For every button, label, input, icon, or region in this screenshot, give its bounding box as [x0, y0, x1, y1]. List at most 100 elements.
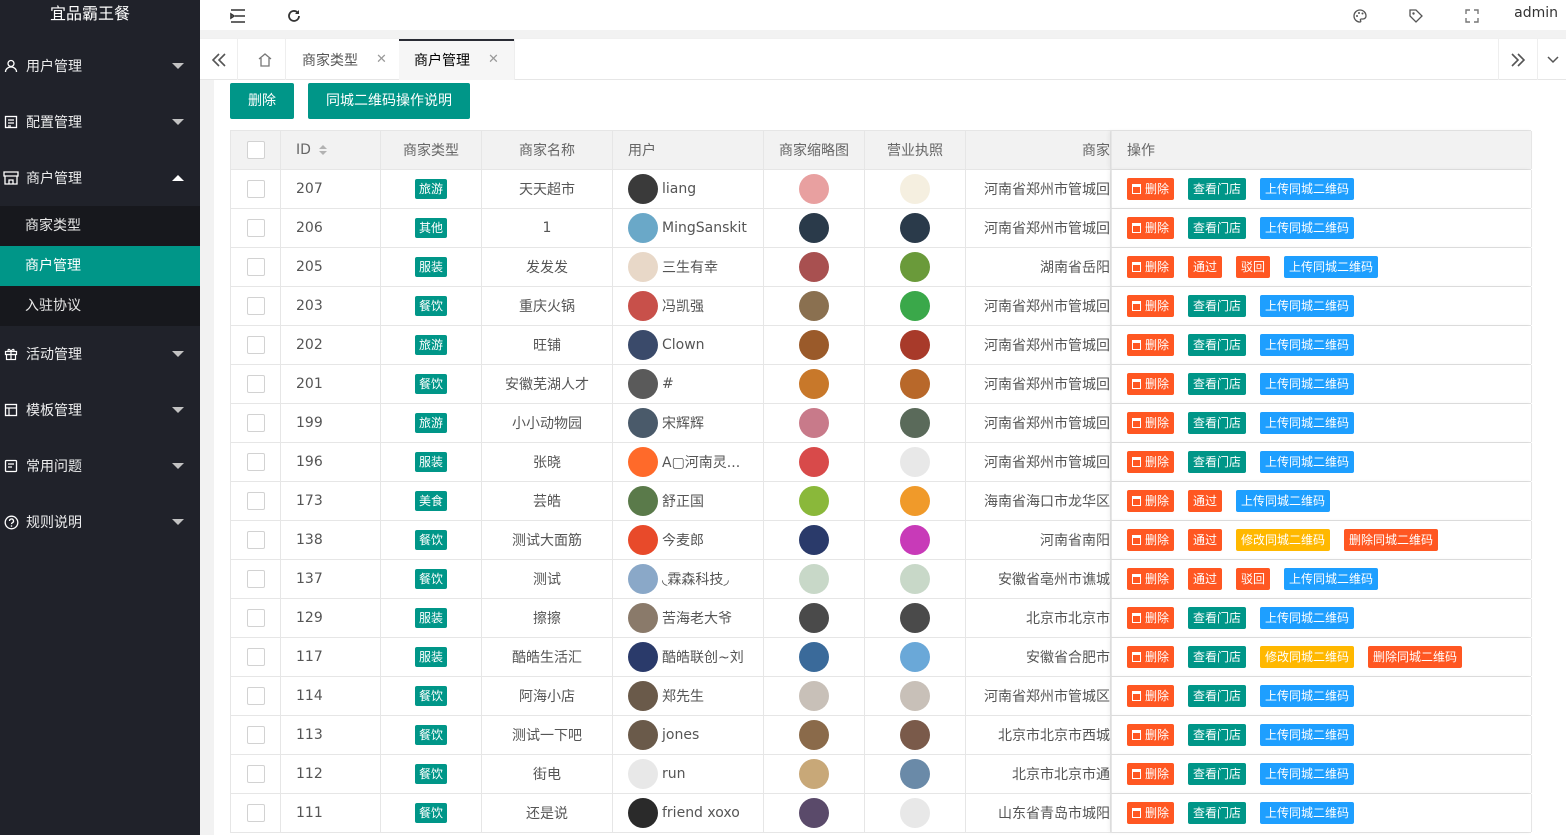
admin-user[interactable]: admin: [1514, 5, 1558, 21]
cell-thumbnail[interactable]: [764, 677, 865, 715]
cell-thumbnail[interactable]: [764, 443, 865, 481]
upload-qr-button[interactable]: 上传同城二维码: [1284, 256, 1379, 278]
table-row[interactable]: 201 餐饮 安徽芜湖人才 # 河南省郑州市管城回 删除 查看门店 上传同城二维码: [231, 365, 1532, 404]
row-checkbox[interactable]: [231, 326, 281, 364]
delete-button[interactable]: 删除: [1127, 802, 1175, 824]
view-store-button[interactable]: 查看门店: [1188, 373, 1247, 395]
delete-button[interactable]: 删除: [1127, 451, 1175, 473]
table-row[interactable]: 203 餐饮 重庆火锅 冯凯强 河南省郑州市管城回 删除 查看门店 上传同城二维码: [231, 287, 1532, 326]
sidebar-subitem-2[interactable]: 入驻协议: [0, 286, 200, 326]
qr-help-button[interactable]: 同城二维码操作说明: [308, 83, 470, 119]
license-image[interactable]: [900, 486, 930, 516]
cell-license[interactable]: [865, 560, 966, 598]
upload-qr-button[interactable]: 上传同城二维码: [1260, 802, 1355, 824]
license-image[interactable]: [900, 252, 930, 282]
upload-qr-button[interactable]: 上传同城二维码: [1260, 295, 1355, 317]
sidebar-item-5[interactable]: 常用问题: [0, 438, 200, 494]
sidebar-subitem-1[interactable]: 商户管理: [0, 246, 200, 286]
delete-button[interactable]: 删除: [1127, 763, 1175, 785]
cell-thumbnail[interactable]: [764, 365, 865, 403]
upload-qr-button[interactable]: 上传同城二维码: [1260, 763, 1355, 785]
delete-button[interactable]: 删除: [1127, 256, 1175, 278]
sort-icon[interactable]: [318, 145, 327, 155]
view-store-button[interactable]: 查看门店: [1188, 724, 1247, 746]
cell-thumbnail[interactable]: [764, 794, 865, 832]
view-store-button[interactable]: 查看门店: [1188, 451, 1247, 473]
cell-license[interactable]: [865, 521, 966, 559]
chevron-down-icon[interactable]: [1540, 39, 1566, 80]
row-checkbox[interactable]: [231, 599, 281, 637]
view-store-button[interactable]: 查看门店: [1188, 412, 1247, 434]
row-checkbox[interactable]: [231, 716, 281, 754]
view-store-button[interactable]: 查看门店: [1188, 217, 1247, 239]
thumbnail-image[interactable]: [799, 330, 829, 360]
reject-button[interactable]: 驳回: [1236, 256, 1271, 278]
cell-thumbnail[interactable]: [764, 638, 865, 676]
thumbnail-image[interactable]: [799, 174, 829, 204]
license-image[interactable]: [900, 798, 930, 828]
fullscreen-icon[interactable]: [1462, 6, 1482, 26]
sidebar-item-1[interactable]: 配置管理: [0, 94, 200, 150]
select-all-checkbox[interactable]: [231, 131, 281, 169]
cell-thumbnail[interactable]: [764, 599, 865, 637]
cell-license[interactable]: [865, 755, 966, 793]
row-checkbox[interactable]: [231, 482, 281, 520]
license-image[interactable]: [900, 564, 930, 594]
tabs-scroll-right-icon[interactable]: [1498, 39, 1538, 80]
row-checkbox[interactable]: [231, 677, 281, 715]
cell-thumbnail[interactable]: [764, 482, 865, 520]
license-image[interactable]: [900, 681, 930, 711]
view-store-button[interactable]: 查看门店: [1188, 763, 1247, 785]
view-store-button[interactable]: 查看门店: [1188, 685, 1247, 707]
upload-qr-button[interactable]: 上传同城二维码: [1284, 568, 1379, 590]
row-checkbox[interactable]: [231, 521, 281, 559]
view-store-button[interactable]: 查看门店: [1188, 607, 1247, 629]
upload-qr-button[interactable]: 上传同城二维码: [1260, 724, 1355, 746]
license-image[interactable]: [900, 291, 930, 321]
thumbnail-image[interactable]: [799, 759, 829, 789]
cell-license[interactable]: [865, 443, 966, 481]
thumbnail-image[interactable]: [799, 213, 829, 243]
thumbnail-image[interactable]: [799, 447, 829, 477]
delete-qr-button[interactable]: 删除同城二维码: [1368, 646, 1463, 668]
delete-button[interactable]: 删除: [1127, 295, 1175, 317]
sidebar-subitem-0[interactable]: 商家类型: [0, 206, 200, 246]
row-checkbox[interactable]: [231, 209, 281, 247]
license-image[interactable]: [900, 330, 930, 360]
approve-button[interactable]: 通过: [1188, 529, 1223, 551]
column-id[interactable]: ID: [281, 131, 381, 169]
license-image[interactable]: [900, 408, 930, 438]
view-store-button[interactable]: 查看门店: [1188, 178, 1247, 200]
row-checkbox[interactable]: [231, 170, 281, 208]
table-row[interactable]: 112 餐饮 街电 run 北京市北京市通 删除 查看门店 上传同城二维码: [231, 755, 1532, 794]
view-store-button[interactable]: 查看门店: [1188, 295, 1247, 317]
license-image[interactable]: [900, 369, 930, 399]
table-row[interactable]: 173 美食 芸皓 舒正国 海南省海口市龙华区 删除 通过 上传同城二维码: [231, 482, 1532, 521]
delete-button[interactable]: 删除: [1127, 646, 1175, 668]
upload-qr-button[interactable]: 上传同城二维码: [1236, 490, 1331, 512]
cell-thumbnail[interactable]: [764, 326, 865, 364]
close-icon[interactable]: ✕: [488, 52, 499, 67]
cell-license[interactable]: [865, 170, 966, 208]
delete-button[interactable]: 删除: [1127, 724, 1175, 746]
row-checkbox[interactable]: [231, 404, 281, 442]
thumbnail-image[interactable]: [799, 564, 829, 594]
table-row[interactable]: 205 服装 发发发 三生有幸 湖南省岳阳 删除 通过 驳回 上传同城二维码: [231, 248, 1532, 287]
row-checkbox[interactable]: [231, 287, 281, 325]
cell-license[interactable]: [865, 209, 966, 247]
thumbnail-image[interactable]: [799, 720, 829, 750]
license-image[interactable]: [900, 213, 930, 243]
delete-button[interactable]: 删除: [1127, 373, 1175, 395]
thumbnail-image[interactable]: [799, 369, 829, 399]
cell-thumbnail[interactable]: [764, 170, 865, 208]
theme-icon[interactable]: [1350, 6, 1370, 26]
close-icon[interactable]: ✕: [376, 52, 387, 67]
delete-button[interactable]: 删除: [1127, 490, 1175, 512]
table-row[interactable]: 114 餐饮 阿海小店 郑先生 河南省郑州市管城区 删除 查看门店 上传同城二维码: [231, 677, 1532, 716]
license-image[interactable]: [900, 642, 930, 672]
tab-merchant-manage[interactable]: 商户管理 ✕: [399, 39, 515, 80]
table-row[interactable]: 129 服装 擦擦 苦海老大爷 北京市北京市 删除 查看门店 上传同城二维码: [231, 599, 1532, 638]
thumbnail-image[interactable]: [799, 603, 829, 633]
thumbnail-image[interactable]: [799, 525, 829, 555]
row-checkbox[interactable]: [231, 755, 281, 793]
